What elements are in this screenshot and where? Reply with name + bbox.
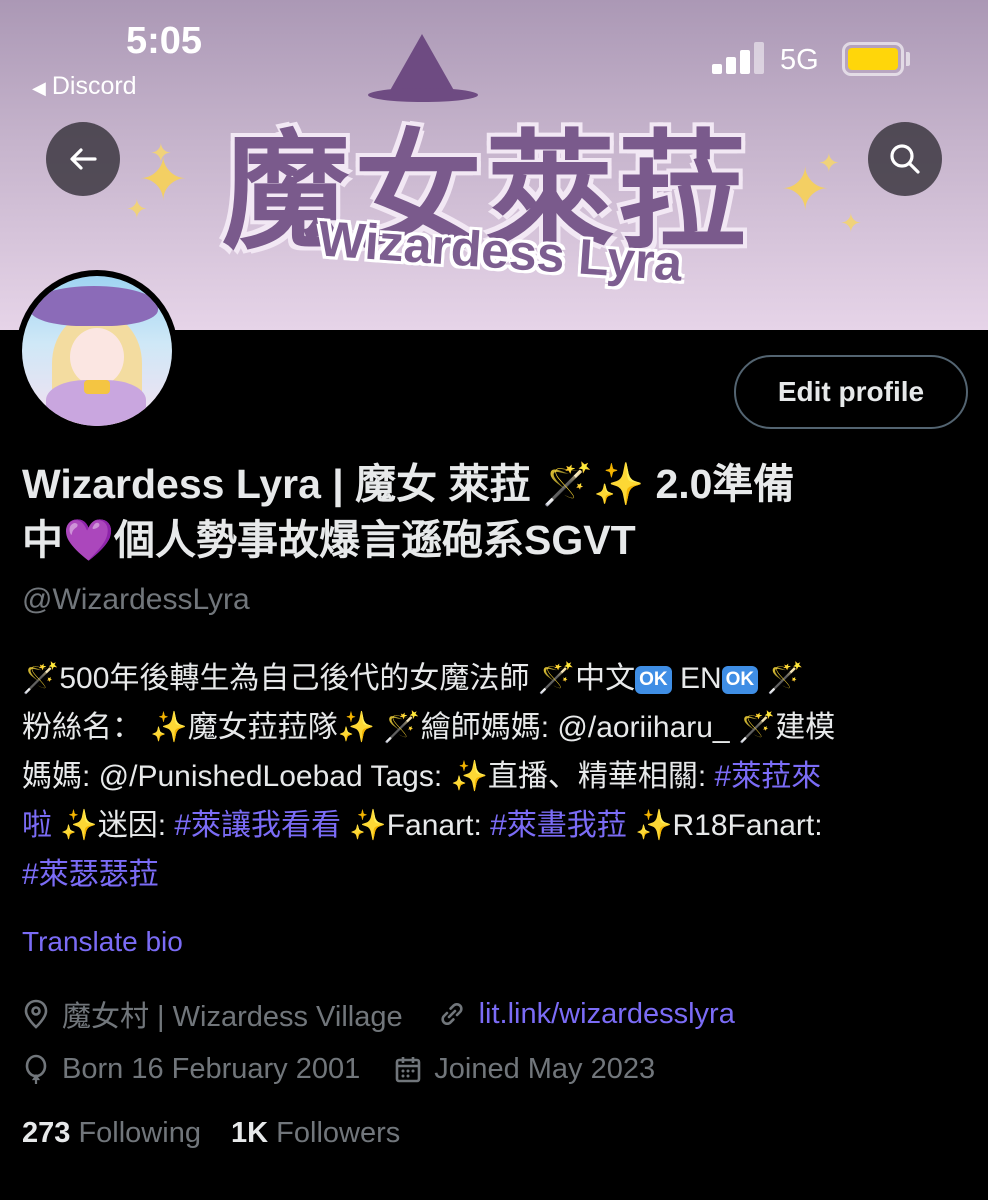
location-text: 魔女村 | Wizardess Village [62, 1001, 403, 1033]
search-icon [890, 144, 920, 174]
birth-date: Born 16 February 2001 [22, 1053, 360, 1086]
display-name-line-1: Wizardess Lyra | 魔女 萊菈 🪄✨ 2.0準備 [22, 461, 795, 507]
hashtag-link[interactable]: #萊讓我看看 [174, 809, 341, 842]
hashtag-link[interactable]: #萊瑟瑟菈 [22, 858, 159, 891]
network-type: 5G [780, 44, 819, 76]
display-name: Wizardess Lyra | 魔女 萊菈 🪄✨ 2.0準備 中💜個人勢事故爆… [22, 456, 962, 568]
following-count: 273 [22, 1117, 71, 1149]
link-icon [441, 1002, 463, 1026]
bio-line-4: 啦 ✨迷因: #萊讓我看看 ✨Fanart: #萊畫我菈 ✨R18Fanart: [22, 809, 823, 842]
sparkle-icon: ✦ [150, 138, 172, 168]
join-date: Joined May 2023 [394, 1053, 655, 1086]
cellular-signal-icon [712, 42, 764, 74]
back-to-app-link[interactable]: ◀ Discord [32, 72, 137, 101]
followers-label: Followers [276, 1117, 401, 1149]
ok-emoji: OK [635, 666, 672, 694]
balloon-icon [25, 1054, 47, 1084]
bio-line-5: #萊瑟瑟菈 [22, 850, 968, 899]
website-link[interactable]: lit.link/wizardesslyra [479, 998, 735, 1031]
followers-link[interactable]: 1K Followers [231, 1117, 400, 1149]
website[interactable]: lit.link/wizardesslyra [437, 998, 735, 1031]
sparkle-icon: ✦ [840, 208, 862, 238]
hashtag-link[interactable]: 啦 [22, 809, 52, 842]
profile-bio: 🪄500年後轉生為自己後代的女魔法師 🪄中文 OK EN OK 🪄 粉絲名： ✨魔女… [22, 654, 968, 899]
back-app-label: Discord [51, 72, 137, 100]
profile-meta-row-2: Born 16 February 2001 Joined May 2023 [22, 1053, 689, 1086]
join-date-text: Joined May 2023 [434, 1053, 656, 1085]
following-link[interactable]: 273 Following [22, 1117, 201, 1149]
edit-profile-button[interactable]: Edit profile [734, 355, 968, 429]
bio-line-2: 粉絲名： ✨魔女菈菈隊✨ 🪄繪師媽媽: @/aoriiharu_ 🪄建模 [22, 711, 836, 744]
profile-banner[interactable]: 魔女萊菈 Wizardess Lyra ✦ ✦ ✦ ✦ ✦ ✦ 5:05 ◀ Di… [0, 0, 988, 330]
followers-count: 1K [231, 1117, 269, 1149]
battery-icon [842, 42, 904, 76]
location-pin-icon [24, 999, 48, 1029]
arrow-left-icon [70, 148, 97, 170]
profile-meta-row-1: 魔女村 | Wizardess Village lit.link/wizarde… [22, 993, 769, 1035]
user-handle: @WizardessLyra [22, 583, 250, 616]
follow-counts: 273 Following 1K Followers [22, 1117, 400, 1150]
bio-line-3: 媽媽: @/PunishedLoebad Tags: ✨直播、精華相關: #萊菈… [22, 760, 822, 793]
hashtag-link[interactable]: #萊畫我菈 [490, 809, 627, 842]
ok-emoji: OK [721, 666, 759, 694]
following-label: Following [78, 1117, 201, 1149]
location: 魔女村 | Wizardess Village [22, 993, 403, 1035]
status-time: 5:05 [126, 20, 203, 62]
sparkle-icon: ✦ [818, 148, 840, 178]
back-button[interactable] [46, 122, 120, 196]
avatar[interactable] [16, 270, 178, 432]
search-button[interactable] [868, 122, 942, 196]
display-name-line-2: 中💜個人勢事故爆言遜砲系SGVT [22, 517, 636, 563]
back-triangle-icon: ◀ [32, 78, 46, 98]
sparkle-icon: ✦ [126, 194, 148, 224]
bio-line-1: 🪄500年後轉生為自己後代的女魔法師 🪄中文 OK EN OK 🪄 [22, 662, 804, 695]
battery-nub [906, 52, 910, 66]
witch-hat-graphic [388, 34, 456, 94]
calendar-icon [395, 1056, 421, 1082]
birth-date-text: Born 16 February 2001 [62, 1053, 361, 1085]
translate-bio-link[interactable]: Translate bio [22, 926, 183, 958]
hashtag-link[interactable]: #萊菈來 [715, 760, 822, 793]
